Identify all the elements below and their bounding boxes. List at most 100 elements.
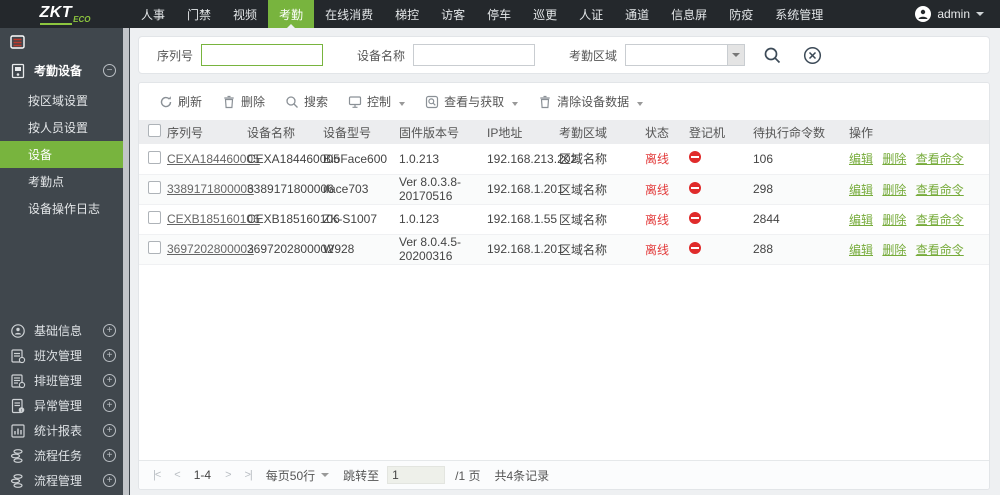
device-model-cell: iface703 <box>321 174 397 204</box>
sidebar-module-exception-management[interactable]: ! 异常管理 + <box>0 393 130 418</box>
basic-info-icon <box>10 323 26 339</box>
sidebar-item-device[interactable]: 设备 <box>0 141 123 168</box>
collapse-group-icon[interactable]: − <box>103 64 116 77</box>
edit-link[interactable]: 编辑 <box>849 152 873 166</box>
view-commands-link[interactable]: 查看命令 <box>916 243 964 257</box>
sidebar-group-attendance-device[interactable]: 考勤设备 − <box>0 54 130 87</box>
device-model-cell: W928 <box>321 234 397 264</box>
sidebar-module-process-management[interactable]: 流程管理 + <box>0 468 130 493</box>
top-menu-visitor[interactable]: 访客 <box>430 0 476 28</box>
view-commands-link[interactable]: 查看命令 <box>916 213 964 227</box>
select-all-checkbox[interactable] <box>148 124 161 137</box>
expand-module-icon[interactable]: + <box>103 449 116 462</box>
delete-link[interactable]: 删除 <box>882 152 906 166</box>
control-dropdown-icon[interactable] <box>399 95 405 109</box>
top-menu-epidemic[interactable]: 防疫 <box>718 0 764 28</box>
area-select[interactable] <box>625 44 745 66</box>
collapse-menu-button[interactable] <box>0 28 130 54</box>
top-menu-online-consume[interactable]: 在线消费 <box>314 0 384 28</box>
top-menu-passage[interactable]: 通道 <box>614 0 660 28</box>
jump-page-input[interactable] <box>387 466 445 484</box>
first-page-button[interactable]: |< <box>153 469 160 481</box>
sidebar-item-device-operation-log[interactable]: 设备操作日志 <box>0 195 130 222</box>
top-menu-system[interactable]: 系统管理 <box>764 0 834 28</box>
delete-button[interactable]: 删除 <box>214 90 273 113</box>
user-avatar-icon <box>915 6 931 22</box>
row-checkbox[interactable] <box>148 211 161 224</box>
clear-search-button[interactable] <box>799 42 825 68</box>
expand-module-icon[interactable]: + <box>103 374 116 387</box>
shift-management-icon <box>10 348 26 364</box>
control-button[interactable]: 控制 <box>340 90 413 113</box>
search-button[interactable] <box>759 42 785 68</box>
col-firmware: 固件版本号 <box>397 120 485 144</box>
serial-input[interactable] <box>201 44 323 66</box>
top-menu-info-screen[interactable]: 信息屏 <box>660 0 718 28</box>
device-name-cell: 3389171800006 <box>245 174 321 204</box>
page-size-select[interactable]: 每页50行 <box>266 467 329 484</box>
sidebar-module-statistics-report[interactable]: 统计报表 + <box>0 418 130 443</box>
sidebar-item-attendance-point[interactable]: 考勤点 <box>0 168 130 195</box>
top-menu-video[interactable]: 视频 <box>222 0 268 28</box>
firmware-cell: 1.0.123 <box>397 204 485 234</box>
top-menu-parking[interactable]: 停车 <box>476 0 522 28</box>
search-toolbar-button[interactable]: 搜索 <box>277 90 336 113</box>
sidebar-scrollbar[interactable] <box>123 28 129 495</box>
expand-module-icon[interactable]: + <box>103 399 116 412</box>
sidebar-module-shift-management[interactable]: 班次管理 + <box>0 343 130 368</box>
expand-module-icon[interactable]: + <box>103 474 116 487</box>
pagination-bar: |< < 1-4 > >| 每页50行 跳转至 /1 页 共4条记录 <box>139 460 989 489</box>
expand-module-icon[interactable]: + <box>103 349 116 362</box>
expand-module-icon[interactable]: + <box>103 324 116 337</box>
user-menu[interactable]: admin <box>899 0 1000 28</box>
serial-link[interactable]: CEXB185160106 <box>167 212 260 226</box>
top-menu-id-verify[interactable]: 人证 <box>568 0 614 28</box>
area-select-value <box>626 45 727 65</box>
svg-text:!: ! <box>21 407 22 412</box>
expand-module-icon[interactable]: + <box>103 424 116 437</box>
top-menu-elevator[interactable]: 梯控 <box>384 0 430 28</box>
last-page-button[interactable]: >| <box>245 469 252 481</box>
edit-link[interactable]: 编辑 <box>849 213 873 227</box>
sidebar-module-basic-info[interactable]: 基础信息 + <box>0 318 130 343</box>
row-checkbox[interactable] <box>148 241 161 254</box>
serial-link[interactable]: 3697202800002 <box>167 242 254 256</box>
serial-link[interactable]: 3389171800006 <box>167 182 254 196</box>
clear-data-dropdown-icon[interactable] <box>637 95 643 109</box>
clear-device-data-button[interactable]: 清除设备数据 <box>530 90 651 113</box>
statistics-report-icon <box>10 423 26 439</box>
sidebar-module-process-task[interactable]: 流程任务 + <box>0 443 130 468</box>
delete-link[interactable]: 删除 <box>882 183 906 197</box>
sidebar-module-schedule-management[interactable]: 排班管理 + <box>0 368 130 393</box>
edit-link[interactable]: 编辑 <box>849 183 873 197</box>
sidebar-item-area-settings[interactable]: 按区域设置 <box>0 87 130 114</box>
prev-page-button[interactable]: < <box>174 469 179 481</box>
delete-link[interactable]: 删除 <box>882 243 906 257</box>
pending-commands-cell: 2844 <box>751 204 847 234</box>
device-name-input[interactable] <box>413 44 535 66</box>
clear-device-data-label: 清除设备数据 <box>557 93 629 110</box>
module-label: 基础信息 <box>34 322 95 339</box>
table-row: CEXB185160106 CEXB185160106 ZK-S1007 1.0… <box>139 204 989 234</box>
delete-link[interactable]: 删除 <box>882 213 906 227</box>
view-commands-link[interactable]: 查看命令 <box>916 152 964 166</box>
page-range: 1-4 <box>194 468 211 482</box>
area-select-dropdown-button[interactable] <box>727 45 744 65</box>
top-menu-access[interactable]: 门禁 <box>176 0 222 28</box>
top-menu-personnel[interactable]: 人事 <box>130 0 176 28</box>
top-menu-attendance[interactable]: 考勤 <box>268 0 314 28</box>
table-header-row: 序列号 设备名称 设备型号 固件版本号 IP地址 考勤区域 状态 登记机 待执行… <box>139 120 989 144</box>
next-page-button[interactable]: > <box>225 469 230 481</box>
refresh-button[interactable]: 刷新 <box>151 90 210 113</box>
no-entry-icon <box>689 242 701 254</box>
pending-commands-cell: 298 <box>751 174 847 204</box>
view-get-dropdown-icon[interactable] <box>512 95 518 109</box>
sidebar-item-person-settings[interactable]: 按人员设置 <box>0 114 130 141</box>
view-commands-link[interactable]: 查看命令 <box>916 183 964 197</box>
serial-link[interactable]: CEXA184460005 <box>167 152 260 166</box>
row-checkbox[interactable] <box>148 151 161 164</box>
edit-link[interactable]: 编辑 <box>849 243 873 257</box>
row-checkbox[interactable] <box>148 181 161 194</box>
top-menu-patrol[interactable]: 巡更 <box>522 0 568 28</box>
view-and-get-button[interactable]: 查看与获取 <box>417 90 526 113</box>
